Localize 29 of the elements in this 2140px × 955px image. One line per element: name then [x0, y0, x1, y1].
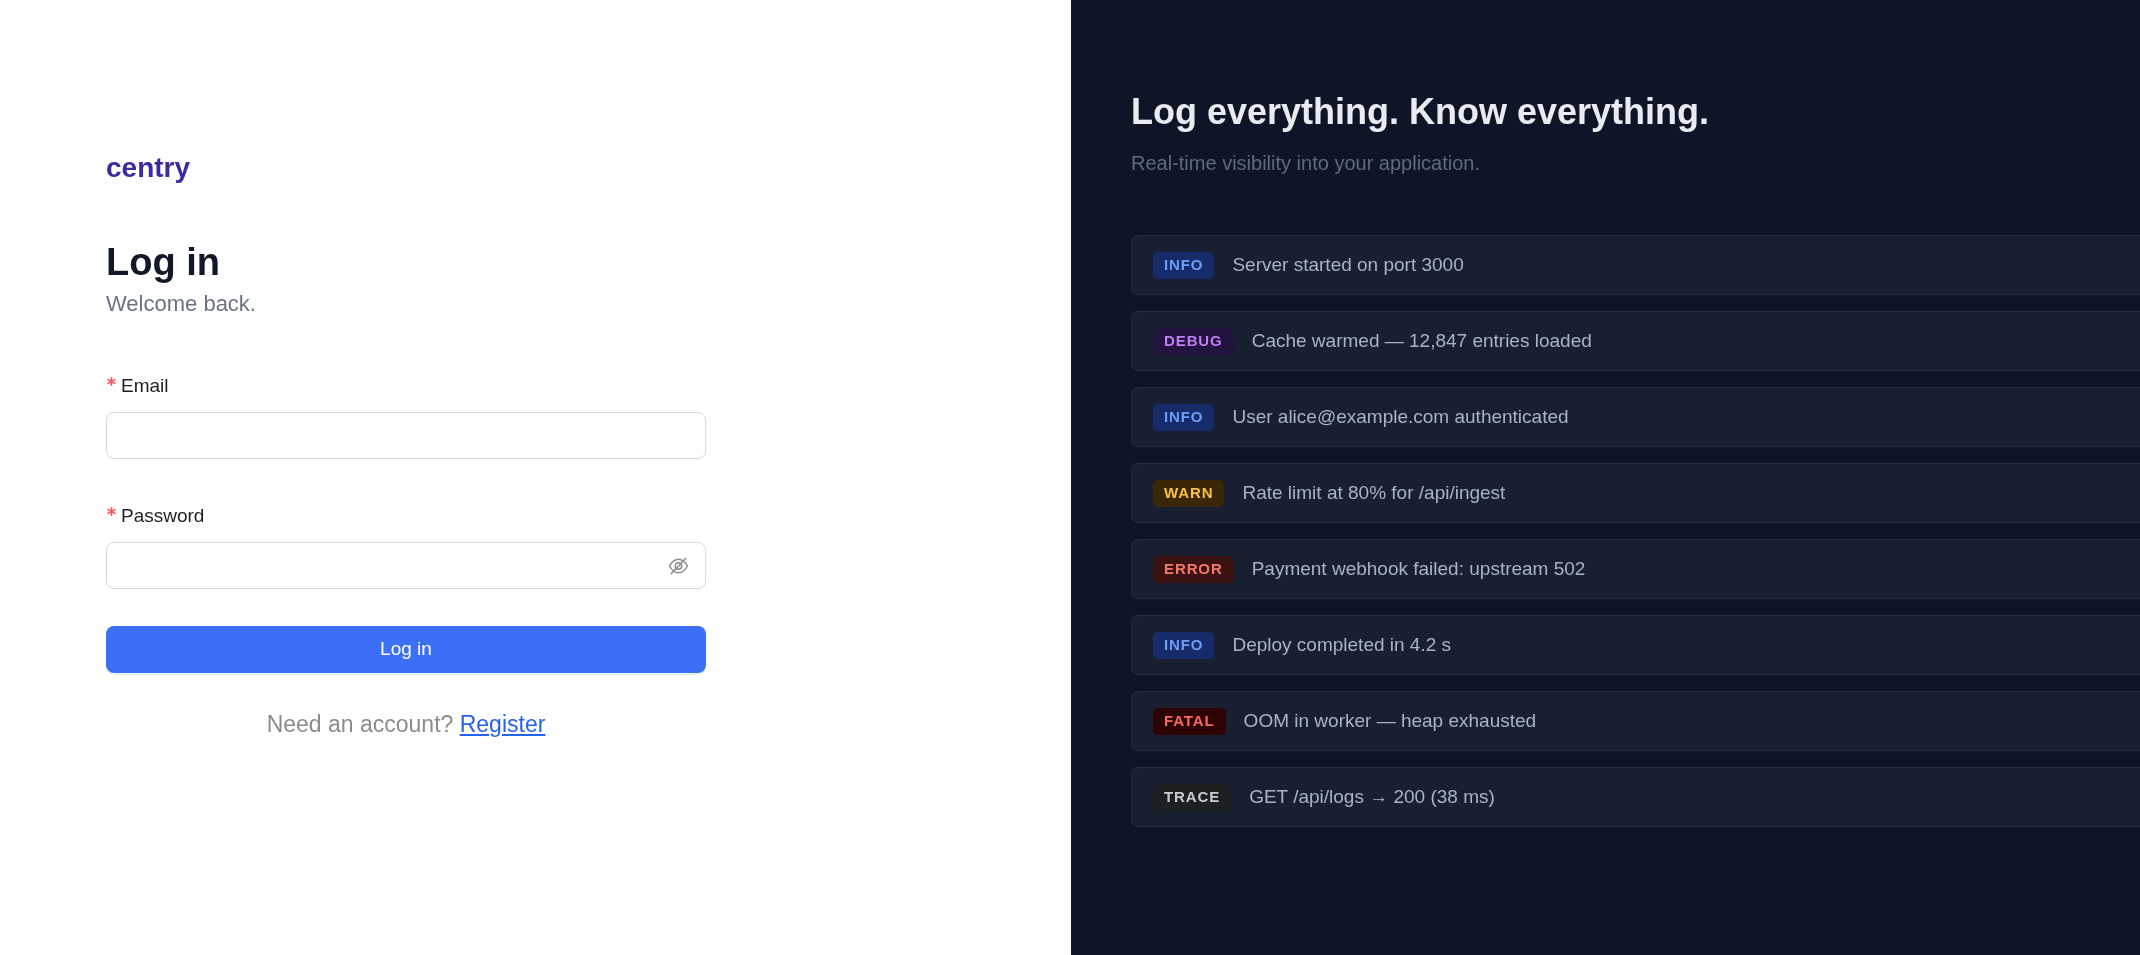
log-level-tag: DEBUG — [1153, 327, 1234, 355]
register-link[interactable]: Register — [459, 711, 546, 737]
log-message: Rate limit at 80% for /api/ingest — [1242, 480, 1506, 505]
page-subtitle: Welcome back. — [106, 290, 256, 318]
log-message: OOM in worker — heap exhausted — [1243, 708, 1537, 733]
log-level-tag: ERROR — [1153, 555, 1234, 583]
log-message: User alice@example.com authenticated — [1232, 404, 1569, 429]
password-input[interactable] — [106, 542, 706, 589]
field-label: Password — [121, 504, 205, 528]
log-level-tag: INFO — [1153, 251, 1215, 279]
log-level-tag: INFO — [1153, 403, 1215, 431]
hero-title: Log everything. Know everything. — [1131, 90, 1710, 134]
log-level-tag: WARN — [1153, 479, 1225, 507]
email-input[interactable] — [106, 412, 706, 459]
page-title: Log in — [106, 240, 220, 285]
log-level-tag: TRACE — [1153, 783, 1232, 811]
log-message: Payment webhook failed: upstream 502 — [1251, 556, 1586, 581]
log-message: Server started on port 3000 — [1232, 252, 1464, 277]
brand-logo: centry — [106, 151, 191, 185]
log-message: Cache warmed — 12,847 entries loaded — [1251, 328, 1592, 353]
log-level-tag: FATAL — [1153, 707, 1226, 735]
log-message: GET /api/logs → 200 (38 ms) — [1249, 784, 1495, 809]
hero-subtitle: Real-time visibility into your application. — [1131, 151, 1481, 176]
register-prompt: Need an account? Register — [266, 710, 546, 739]
login-button[interactable]: Log in — [106, 626, 706, 673]
log-message: Deploy completed in 4.2 s — [1232, 632, 1452, 657]
log-level-tag: INFO — [1153, 631, 1215, 659]
eye-slash-icon[interactable] — [668, 556, 689, 575]
field-label: Email — [121, 374, 169, 398]
